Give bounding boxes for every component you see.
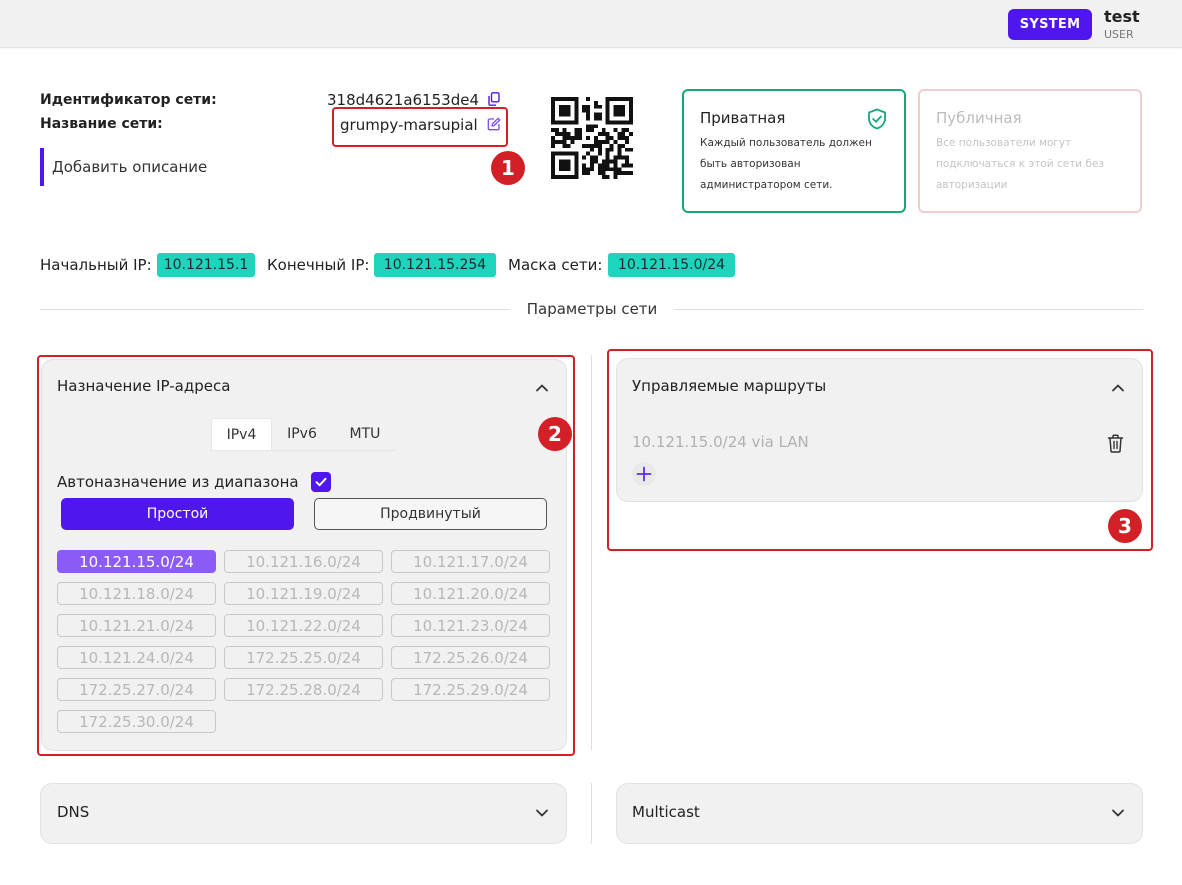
access-card-public[interactable]: Публичная Все пользователи могут подключ… <box>918 89 1142 213</box>
network-name-value: grumpy-marsupial <box>340 116 478 134</box>
check-icon <box>315 477 327 487</box>
column-divider <box>591 783 592 844</box>
auto-assign-label: Автоназначение из диапазона <box>57 473 299 491</box>
plus-icon <box>636 466 652 482</box>
access-public-description: Все пользователи могут подключаться к эт… <box>936 137 1104 191</box>
section-title: Параметры сети <box>526 300 658 318</box>
description-accent-bar <box>40 148 44 186</box>
subnet-option[interactable]: 172.25.30.0/24 <box>57 710 216 733</box>
role-badge[interactable]: SYSTEM <box>1008 9 1092 40</box>
subnet-option[interactable]: 10.121.18.0/24 <box>57 582 216 605</box>
subnet-option[interactable]: 10.121.24.0/24 <box>57 646 216 669</box>
subnet-option[interactable]: 172.25.29.0/24 <box>391 678 550 701</box>
add-description-button[interactable]: Добавить описание <box>52 158 207 176</box>
top-bar: SYSTEM test USER <box>0 0 1182 48</box>
network-name-label: Название сети: <box>40 116 163 132</box>
access-private-description: Каждый пользователь должен быть авторизо… <box>700 137 872 191</box>
access-card-private[interactable]: Приватная Каждый пользователь должен быт… <box>682 89 906 213</box>
start-ip-chip: 10.121.15.1 <box>157 253 255 277</box>
qr-code-icon <box>551 97 633 179</box>
ip-assignment-title: Назначение IP-адреса <box>57 377 231 395</box>
subnet-option[interactable]: 10.121.19.0/24 <box>224 582 383 605</box>
access-private-title: Приватная <box>700 109 786 127</box>
end-ip-chip: 10.121.15.254 <box>374 253 496 277</box>
separator-left <box>40 309 510 310</box>
chevron-up-icon[interactable] <box>1111 383 1125 393</box>
access-public-title: Публичная <box>936 109 1022 127</box>
add-route-button[interactable] <box>632 462 656 486</box>
subnet-option[interactable]: 10.121.15.0/24 <box>57 550 216 573</box>
multicast-title: Multicast <box>632 803 700 821</box>
end-ip-label: Конечный IP: <box>267 256 370 274</box>
user-role: USER <box>1104 28 1134 41</box>
subnet-option[interactable]: 172.25.26.0/24 <box>391 646 550 669</box>
annotation-marker-1: 1 <box>491 151 525 185</box>
routes-title: Управляемые маршруты <box>632 377 827 395</box>
subnet-option[interactable]: 10.121.23.0/24 <box>391 614 550 637</box>
annotation-marker-2: 2 <box>538 417 572 451</box>
annotation-marker-3: 3 <box>1108 509 1142 543</box>
chevron-down-icon[interactable] <box>1111 808 1125 818</box>
subnet-option[interactable]: 172.25.25.0/24 <box>224 646 383 669</box>
chevron-up-icon[interactable] <box>535 383 549 393</box>
subnet-option[interactable]: 10.121.22.0/24 <box>224 614 383 637</box>
column-divider <box>591 355 592 750</box>
edit-icon[interactable] <box>487 117 501 131</box>
subnet-option[interactable]: 172.25.27.0/24 <box>57 678 216 701</box>
subnet-option[interactable]: 10.121.21.0/24 <box>57 614 216 637</box>
mode-simple-button[interactable]: Простой <box>61 498 294 530</box>
network-id-label: Идентификатор сети: <box>40 92 217 108</box>
subnet-option[interactable]: 10.121.16.0/24 <box>224 550 383 573</box>
tab-mtu[interactable]: MTU <box>335 418 395 450</box>
shield-check-icon <box>868 108 886 130</box>
tab-ipv6[interactable]: IPv6 <box>274 418 330 450</box>
copy-icon[interactable] <box>488 92 500 106</box>
dns-panel[interactable] <box>40 783 567 844</box>
dns-title: DNS <box>57 803 90 821</box>
subnet-option[interactable]: 172.25.28.0/24 <box>224 678 383 701</box>
subnet-option[interactable]: 10.121.17.0/24 <box>391 550 550 573</box>
chevron-down-icon[interactable] <box>535 808 549 818</box>
subnet-option[interactable]: 10.121.20.0/24 <box>391 582 550 605</box>
user-name[interactable]: test <box>1104 7 1140 26</box>
mode-advanced-button[interactable]: Продвинутый <box>314 498 547 530</box>
trash-icon[interactable] <box>1107 434 1124 453</box>
mask-label: Маска сети: <box>508 256 603 274</box>
separator-right <box>674 309 1143 310</box>
ip-tabs: IPv4 IPv6 MTU <box>211 418 397 451</box>
route-item: 10.121.15.0/24 via LAN <box>632 433 809 451</box>
mask-chip: 10.121.15.0/24 <box>608 253 735 277</box>
tab-ipv4[interactable]: IPv4 <box>211 418 272 450</box>
auto-assign-checkbox[interactable] <box>311 472 331 492</box>
start-ip-label: Начальный IP: <box>40 256 152 274</box>
